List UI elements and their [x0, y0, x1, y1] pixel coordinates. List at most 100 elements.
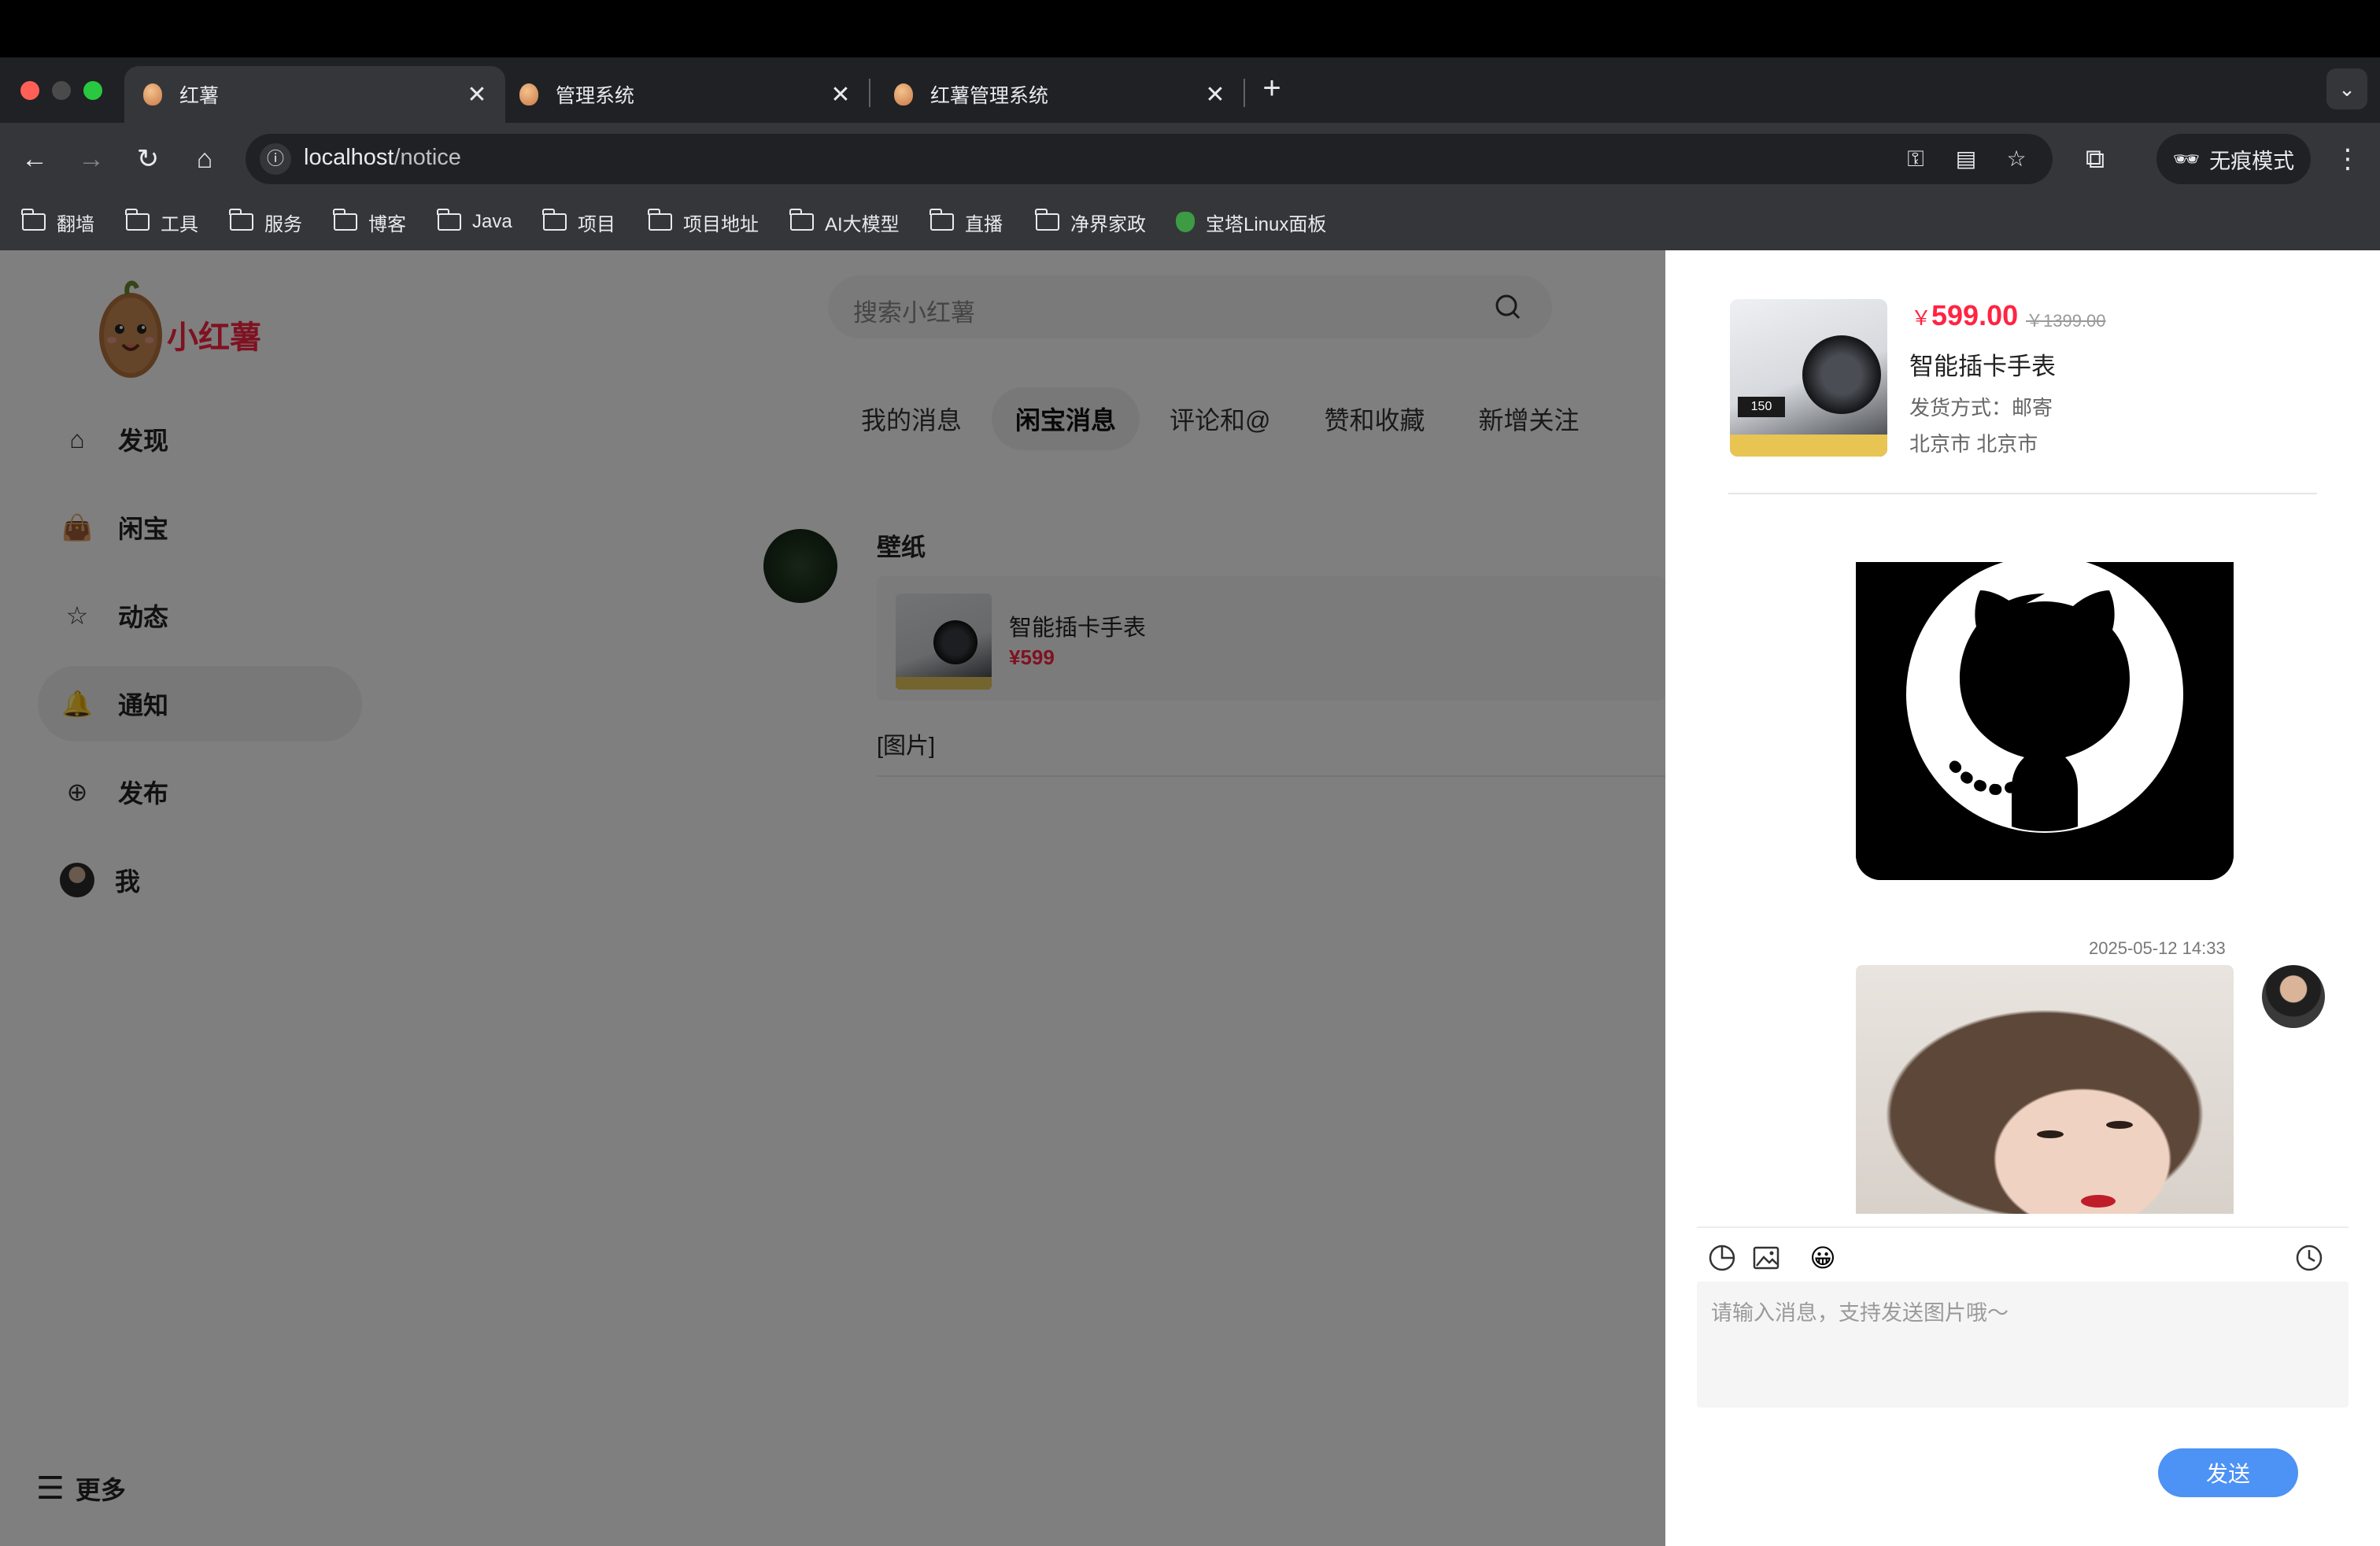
- address-bar[interactable]: ⓘ localhost/notice ⚿ ▤ ☆: [246, 134, 2053, 184]
- emoji-icon[interactable]: 😀: [1807, 1242, 1839, 1274]
- home-button[interactable]: ⌂: [187, 142, 222, 176]
- reload-button[interactable]: ↻: [131, 142, 165, 176]
- bookmark-folder[interactable]: AI大模型: [789, 208, 900, 236]
- bookmark-folder[interactable]: Java: [437, 208, 512, 236]
- nav-discover[interactable]: ⌂ 发现: [38, 401, 362, 477]
- bookmark-folder[interactable]: 直播: [929, 208, 1003, 236]
- close-tab-icon[interactable]: ✕: [1199, 81, 1231, 109]
- incognito-indicator[interactable]: 🕶 无痕模式: [2156, 134, 2311, 184]
- tab-likes-favorites[interactable]: 赞和收藏: [1301, 387, 1449, 450]
- avatar: [60, 863, 94, 897]
- site-info-icon[interactable]: ⓘ: [260, 143, 291, 175]
- folder-icon: [929, 209, 954, 231]
- home-icon: ⌂: [69, 424, 85, 453]
- folder-icon: [21, 209, 46, 231]
- close-tab-icon[interactable]: ✕: [461, 81, 493, 109]
- star-icon: ☆: [65, 601, 89, 630]
- product-location: 北京市 北京市: [1909, 432, 2038, 456]
- tab-favicon-icon: [519, 83, 538, 105]
- baota-icon: [1176, 212, 1195, 232]
- divider: [1728, 493, 2317, 494]
- folder-icon: [789, 209, 814, 231]
- extensions-icon[interactable]: ⧉: [2078, 142, 2112, 176]
- image-upload-icon[interactable]: [1750, 1242, 1782, 1274]
- nav-xianbao[interactable]: 👜 闲宝: [38, 490, 362, 565]
- bag-icon: 👜: [61, 513, 93, 542]
- back-button[interactable]: ←: [17, 142, 52, 176]
- goods-thumbnail: [896, 594, 992, 690]
- notice-user-name[interactable]: 壁纸: [877, 527, 926, 563]
- tab-my-messages[interactable]: 我的消息: [837, 387, 985, 450]
- bookmark-link[interactable]: 宝塔Linux面板: [1176, 208, 1326, 236]
- bookmark-folder[interactable]: 工具: [125, 208, 198, 236]
- browser-tab-3[interactable]: 红薯管理系统 ✕: [875, 66, 1244, 123]
- folder-icon: [333, 209, 357, 231]
- tab-title: 红薯: [179, 85, 220, 107]
- tab-separator: [869, 79, 870, 107]
- nav-notice[interactable]: 🔔 通知: [38, 666, 362, 742]
- send-button[interactable]: 发送: [2158, 1448, 2298, 1497]
- search-icon[interactable]: [1492, 291, 1524, 323]
- github-logo-image[interactable]: [1856, 562, 2234, 880]
- nav-me[interactable]: 我: [38, 842, 362, 918]
- bookmark-folder[interactable]: 净界家政: [1035, 208, 1146, 236]
- new-tab-button[interactable]: +: [1256, 72, 1288, 104]
- notice-tabs: 我的消息 闲宝消息 评论和@ 赞和收藏 新增关注: [837, 387, 1603, 450]
- pie-chart-icon[interactable]: [1706, 1242, 1738, 1274]
- sweet-potato-logo-icon: [99, 280, 162, 378]
- logo-text: 小红薯: [167, 320, 261, 355]
- incognito-icon: 🕶: [2172, 147, 2201, 171]
- notice-goods-card[interactable]: 智能插卡手表 ¥599: [877, 576, 1665, 701]
- forward-button[interactable]: →: [74, 142, 109, 176]
- folder-icon: [125, 209, 150, 231]
- url-text: localhost/notice: [304, 145, 461, 170]
- bookmark-folder[interactable]: 博客: [333, 208, 406, 236]
- browser-tab-2[interactable]: 管理系统 ✕: [501, 66, 869, 123]
- more-menu-button[interactable]: ☰ 更多: [36, 1470, 126, 1507]
- tab-separator: [1244, 79, 1245, 107]
- product-original-price: ￥1399.00: [2026, 311, 2106, 331]
- search-input[interactable]: 搜索小红薯: [828, 276, 1552, 338]
- plus-circle-icon: ⊕: [66, 778, 88, 806]
- nav-feed[interactable]: ☆ 动态: [38, 578, 362, 653]
- zoom-window-button[interactable]: [83, 81, 102, 100]
- notice-user-avatar[interactable]: [763, 529, 837, 603]
- search-placeholder: 搜索小红薯: [853, 299, 975, 327]
- sent-photo-message[interactable]: [1856, 965, 2234, 1214]
- folder-icon: [542, 209, 567, 231]
- bookmark-folder[interactable]: 服务: [229, 208, 302, 236]
- folder-icon: [437, 209, 461, 231]
- translate-icon[interactable]: ▤: [1952, 145, 1980, 173]
- nav-publish[interactable]: ⊕ 发布: [38, 754, 362, 830]
- divider: [1697, 1226, 2349, 1228]
- tab-title: 管理系统: [556, 85, 635, 107]
- product-thumbnail[interactable]: 150: [1730, 299, 1887, 457]
- bookmark-folder[interactable]: 翻墙: [21, 208, 94, 236]
- tab-xianbao-messages[interactable]: 闲宝消息: [992, 387, 1140, 450]
- tab-title: 红薯管理系统: [930, 85, 1049, 107]
- macos-menubar: [0, 0, 2380, 57]
- tab-favicon-icon: [894, 83, 913, 105]
- my-avatar[interactable]: [2262, 965, 2325, 1028]
- incognito-label: 无痕模式: [2209, 149, 2295, 173]
- history-clock-icon[interactable]: [2293, 1242, 2325, 1274]
- bookmark-folder[interactable]: 项目地址: [648, 208, 759, 236]
- browser-menu-icon[interactable]: ⋮: [2334, 140, 2361, 178]
- folder-icon: [1035, 209, 1059, 231]
- bookmark-star-icon[interactable]: ☆: [2002, 145, 2031, 173]
- tab-search-button[interactable]: ⌄: [2326, 68, 2367, 109]
- close-window-button[interactable]: [20, 81, 39, 100]
- product-price: ￥599.00: [1911, 299, 2019, 331]
- bookmark-folder[interactable]: 项目: [542, 208, 615, 236]
- browser-tab-1[interactable]: 红薯 ✕: [124, 66, 505, 123]
- bell-icon: 🔔: [61, 690, 93, 718]
- close-tab-icon[interactable]: ✕: [825, 81, 856, 109]
- message-input[interactable]: 请输入消息，支持发送图片哦～: [1697, 1282, 2349, 1407]
- tab-new-followers[interactable]: 新增关注: [1455, 387, 1603, 450]
- message-placeholder: 请输入消息，支持发送图片哦～: [1711, 1301, 2009, 1325]
- minimize-window-button[interactable]: [52, 81, 71, 100]
- message-timestamp: 2025-05-12 14:33: [2089, 938, 2226, 958]
- tab-comments-mentions[interactable]: 评论和@: [1146, 387, 1295, 450]
- product-shipping: 发货方式：邮寄: [1909, 396, 2053, 420]
- password-key-icon[interactable]: ⚿: [1901, 145, 1930, 173]
